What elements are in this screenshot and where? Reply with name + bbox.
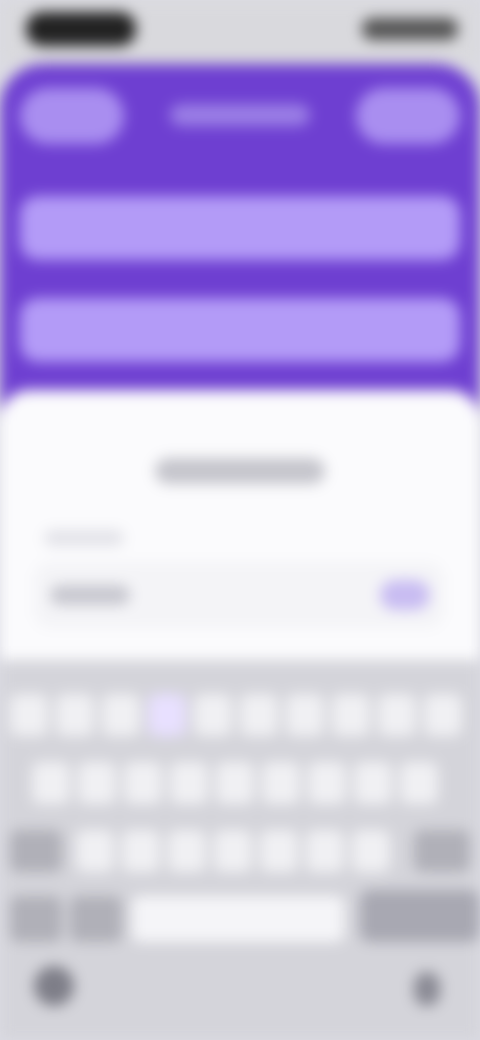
input-label [44,530,124,546]
sheet-title [155,458,325,484]
key-a[interactable]: a [32,762,70,804]
input-value [50,585,130,605]
key-f[interactable]: f [170,762,208,804]
key-l[interactable]: l [400,762,438,804]
globe-icon[interactable] [34,966,74,1006]
key-x[interactable]: x [122,830,160,872]
header-field-2[interactable] [20,298,460,362]
key-z[interactable]: z [76,830,114,872]
key-q[interactable]: q [10,694,48,736]
emoji-icon[interactable] [70,896,122,942]
key-m[interactable]: m [352,830,390,872]
numbers-key[interactable]: 123 [10,896,62,942]
key-h[interactable]: h [262,762,300,804]
header-title [170,104,310,126]
shift-icon[interactable] [10,830,62,872]
key-w[interactable]: w [56,694,94,736]
key-b[interactable]: b [260,830,298,872]
key-e[interactable]: e [102,694,140,736]
key-r[interactable]: r [148,694,186,736]
status-bar [0,0,480,64]
header-field-1[interactable] [20,196,460,260]
key-g[interactable]: g [216,762,254,804]
header-left-button[interactable] [20,88,124,144]
key-c[interactable]: c [168,830,206,872]
status-time [26,12,136,46]
input-action-button[interactable] [380,580,430,610]
return-key[interactable] [360,890,480,942]
key-s[interactable]: s [78,762,116,804]
header-right-button[interactable] [356,88,460,144]
key-n[interactable]: n [306,830,344,872]
key-k[interactable]: k [354,762,392,804]
space-key[interactable] [132,896,344,942]
key-d[interactable]: d [124,762,162,804]
delete-icon[interactable] [414,830,470,872]
key-u[interactable]: u [286,694,324,736]
key-o[interactable]: o [378,694,416,736]
key-j[interactable]: j [308,762,346,804]
screen: q w e r t y u i o p a s d f g h j k l z … [0,0,480,1040]
key-y[interactable]: y [240,694,278,736]
key-t[interactable]: t [194,694,232,736]
key-i[interactable]: i [332,694,370,736]
status-indicators [362,18,458,40]
key-p[interactable]: p [424,694,462,736]
mic-icon[interactable] [414,972,440,1006]
key-v[interactable]: v [214,830,252,872]
